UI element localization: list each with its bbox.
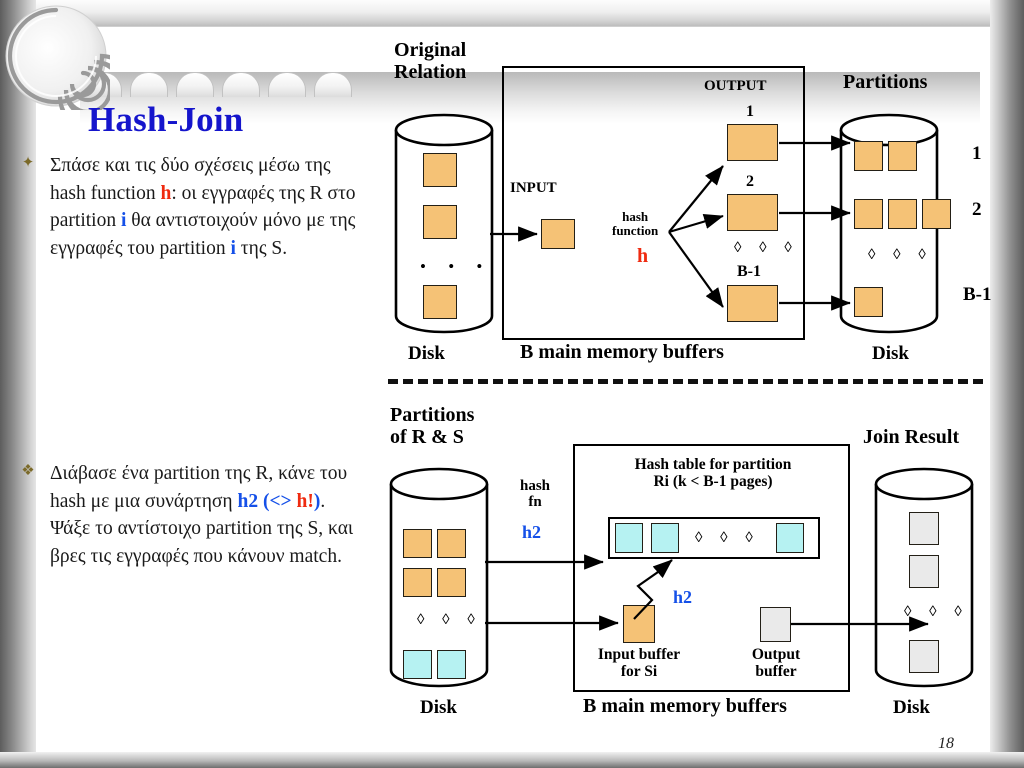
probing-phase-diagram: Partitions of R & S Join Result Hash tab…: [380, 400, 1010, 740]
bullet-1-text: Σπάσε και τις δύο σχέσεις μέσω της hash …: [50, 155, 356, 259]
left-edge-decoration: [0, 0, 36, 768]
partitioning-phase-diagram: Original Relation Partitions OUTPUT INPU…: [380, 20, 1010, 365]
page-number: 18: [938, 735, 954, 752]
bullet-diamond-icon: ✦: [21, 155, 35, 171]
page-title: Hash-Join: [88, 100, 244, 139]
ionic-scroll-spiral-icon: [5, 5, 110, 110]
bottom-edge-decoration: [0, 752, 1024, 768]
slide-canvas: Hash-Join ✦ Σπάσε και τις δύο σχέσεις μέ…: [0, 0, 1024, 768]
bullet-floret-icon: ❖: [21, 463, 35, 479]
bottom-diagram-arrows: [485, 554, 929, 632]
top-diagram-arrows: [490, 135, 851, 311]
bullet-item-2: ❖ Διάβασε ένα partition της R, κάνε του …: [14, 460, 366, 570]
capsule-decoration-row: [84, 72, 374, 97]
bullet-2-text: Διάβασε ένα partition της R, κάνε του ha…: [50, 463, 354, 567]
phase-divider: [388, 379, 983, 384]
bullet-item-1: ✦ Σπάσε και τις δύο σχέσεις μέσω της has…: [14, 152, 366, 262]
